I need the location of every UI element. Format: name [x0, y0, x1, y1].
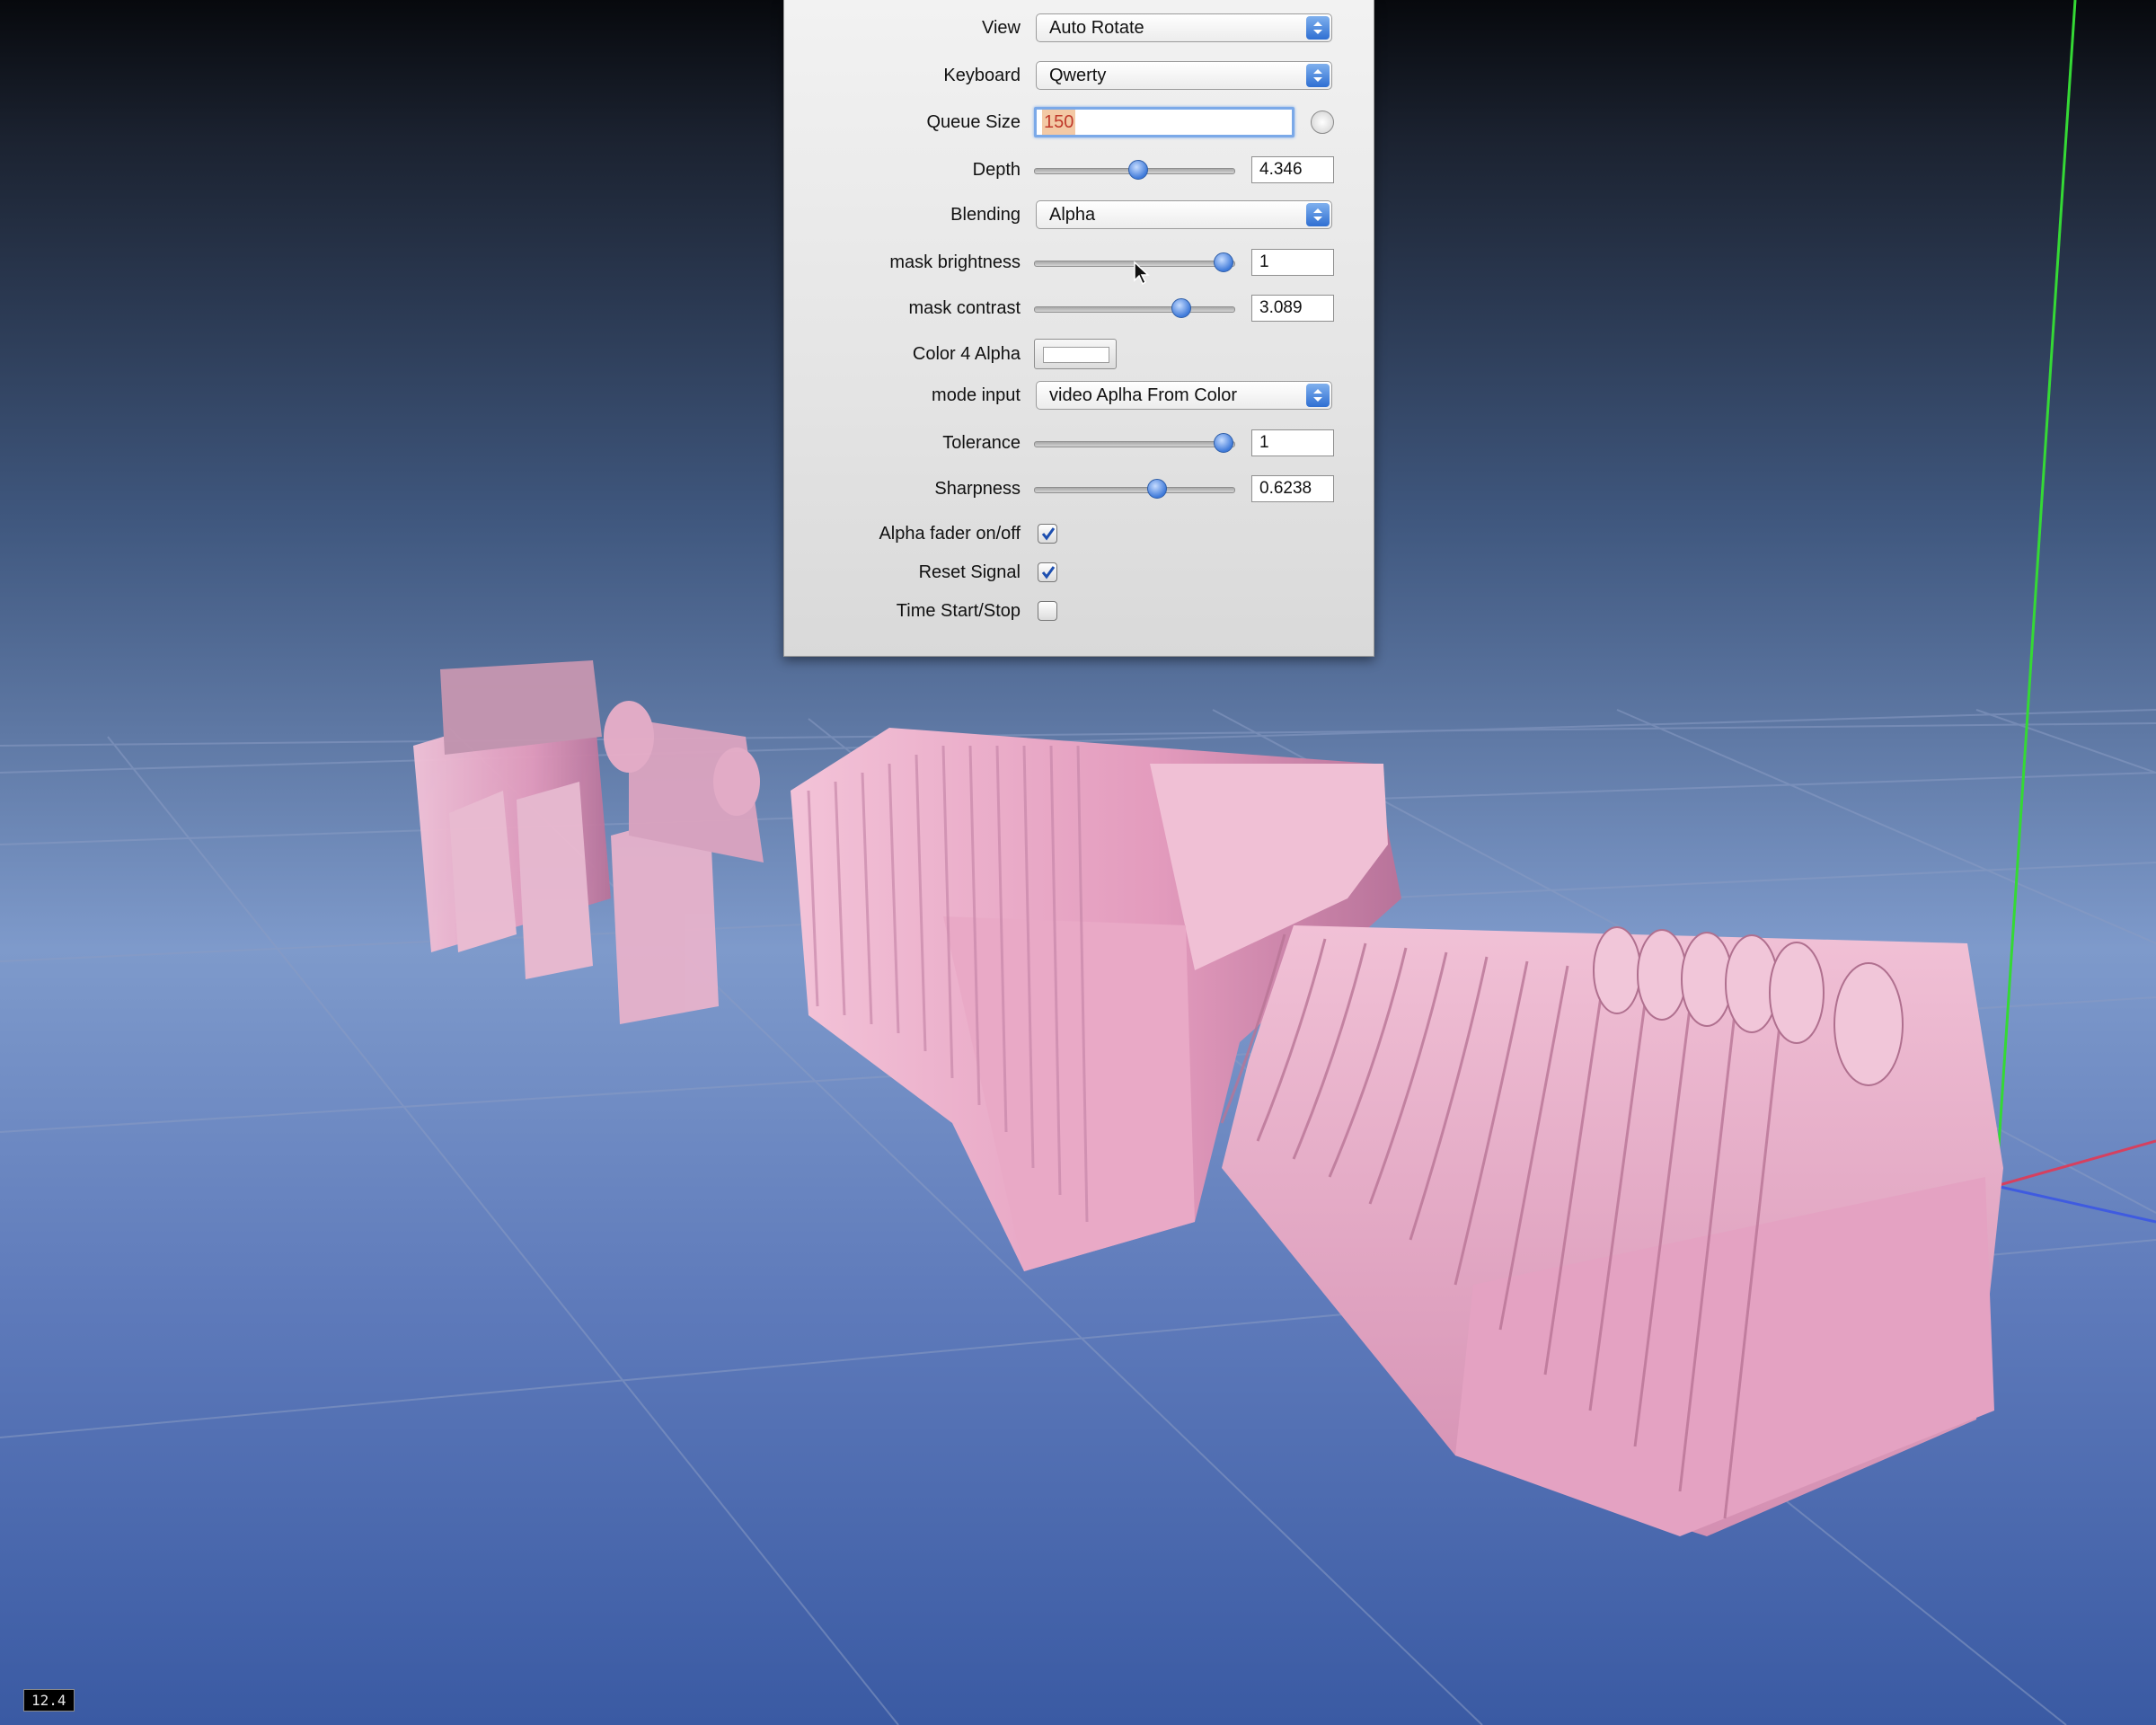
mask-brightness-value: 1 [1259, 252, 1269, 271]
mask-brightness-row: mask brightness 1 [784, 242, 1374, 283]
blending-select[interactable]: Alpha [1036, 200, 1332, 229]
queue-size-input[interactable]: 150 [1034, 107, 1294, 137]
reset-signal-row: Reset Signal [784, 552, 1374, 593]
depth-slider[interactable] [1034, 160, 1235, 180]
sharpness-value: 0.6238 [1259, 479, 1312, 498]
color-4-alpha-label: Color 4 Alpha [912, 344, 1021, 364]
color-swatch-fill [1043, 347, 1109, 363]
mask-contrast-row: mask contrast 3.089 [784, 288, 1374, 329]
view-select-value: Auto Rotate [1049, 18, 1144, 38]
spinner-icon[interactable] [1311, 111, 1334, 134]
mask-brightness-value-field[interactable]: 1 [1251, 249, 1334, 276]
depth-row: Depth 4.346 [784, 149, 1374, 190]
sharpness-value-field[interactable]: 0.6238 [1251, 475, 1334, 502]
depth-slider-knob[interactable] [1128, 160, 1149, 180]
checkmark-icon [1041, 566, 1056, 579]
alpha-fader-checkbox[interactable] [1038, 524, 1057, 544]
reset-signal-checkbox[interactable] [1038, 562, 1057, 582]
settings-panel: View Auto Rotate Keyboard Qwerty Queue S… [783, 0, 1374, 657]
depth-label: Depth [972, 160, 1021, 180]
tolerance-value-field[interactable]: 1 [1251, 429, 1334, 456]
color-4-alpha-swatch[interactable] [1034, 339, 1117, 369]
blending-label: Blending [950, 205, 1021, 225]
blending-row: Blending Alpha [784, 194, 1374, 235]
mask-contrast-value-field[interactable]: 3.089 [1251, 295, 1334, 322]
depth-value: 4.346 [1259, 160, 1303, 179]
sharpness-slider[interactable] [1034, 479, 1235, 499]
select-arrows-icon [1306, 203, 1330, 226]
queue-size-row: Queue Size 150 [784, 102, 1374, 143]
alpha-fader-row: Alpha fader on/off [784, 513, 1374, 554]
mode-input-label: mode input [932, 385, 1021, 405]
queue-size-label: Queue Size [926, 112, 1021, 132]
mask-contrast-label: mask contrast [908, 298, 1021, 318]
mode-input-select[interactable]: video Aplha From Color [1036, 381, 1332, 410]
tolerance-row: Tolerance 1 [784, 422, 1374, 464]
reset-signal-label: Reset Signal [918, 562, 1021, 582]
mask-brightness-label: mask brightness [889, 252, 1021, 272]
blending-select-value: Alpha [1049, 205, 1096, 225]
keyboard-select[interactable]: Qwerty [1036, 61, 1332, 90]
mask-brightness-slider-knob[interactable] [1213, 252, 1233, 272]
checkmark-icon [1041, 527, 1056, 541]
time-start-stop-checkbox[interactable] [1038, 601, 1057, 621]
sharpness-row: Sharpness 0.6238 [784, 468, 1374, 509]
select-arrows-icon [1306, 64, 1330, 87]
tolerance-label: Tolerance [942, 433, 1021, 453]
queue-size-value: 150 [1042, 110, 1076, 135]
sharpness-slider-knob[interactable] [1146, 479, 1167, 499]
time-start-stop-label: Time Start/Stop [896, 601, 1021, 621]
mask-contrast-slider-knob[interactable] [1171, 298, 1191, 318]
keyboard-row: Keyboard Qwerty [784, 55, 1374, 96]
mode-input-row: mode input video Aplha From Color [784, 375, 1374, 416]
select-arrows-icon [1306, 16, 1330, 40]
keyboard-select-value: Qwerty [1049, 66, 1107, 85]
mode-input-select-value: video Aplha From Color [1049, 385, 1237, 405]
tolerance-slider-knob[interactable] [1213, 433, 1233, 453]
mouse-cursor-icon [1134, 261, 1150, 286]
alpha-fader-label: Alpha fader on/off [879, 524, 1021, 544]
fps-counter: 12.4 [23, 1689, 75, 1712]
tolerance-value: 1 [1259, 433, 1269, 452]
select-arrows-icon [1306, 384, 1330, 407]
color-4-alpha-row: Color 4 Alpha [784, 333, 1374, 375]
keyboard-label: Keyboard [943, 66, 1021, 85]
tolerance-slider[interactable] [1034, 433, 1235, 453]
view-row: View Auto Rotate [784, 7, 1374, 49]
mask-contrast-slider[interactable] [1034, 298, 1235, 318]
mask-contrast-value: 3.089 [1259, 298, 1303, 317]
view-label: View [982, 18, 1021, 38]
time-start-stop-row: Time Start/Stop [784, 590, 1374, 632]
view-select[interactable]: Auto Rotate [1036, 13, 1332, 42]
sharpness-label: Sharpness [934, 479, 1021, 499]
depth-value-field[interactable]: 4.346 [1251, 156, 1334, 183]
